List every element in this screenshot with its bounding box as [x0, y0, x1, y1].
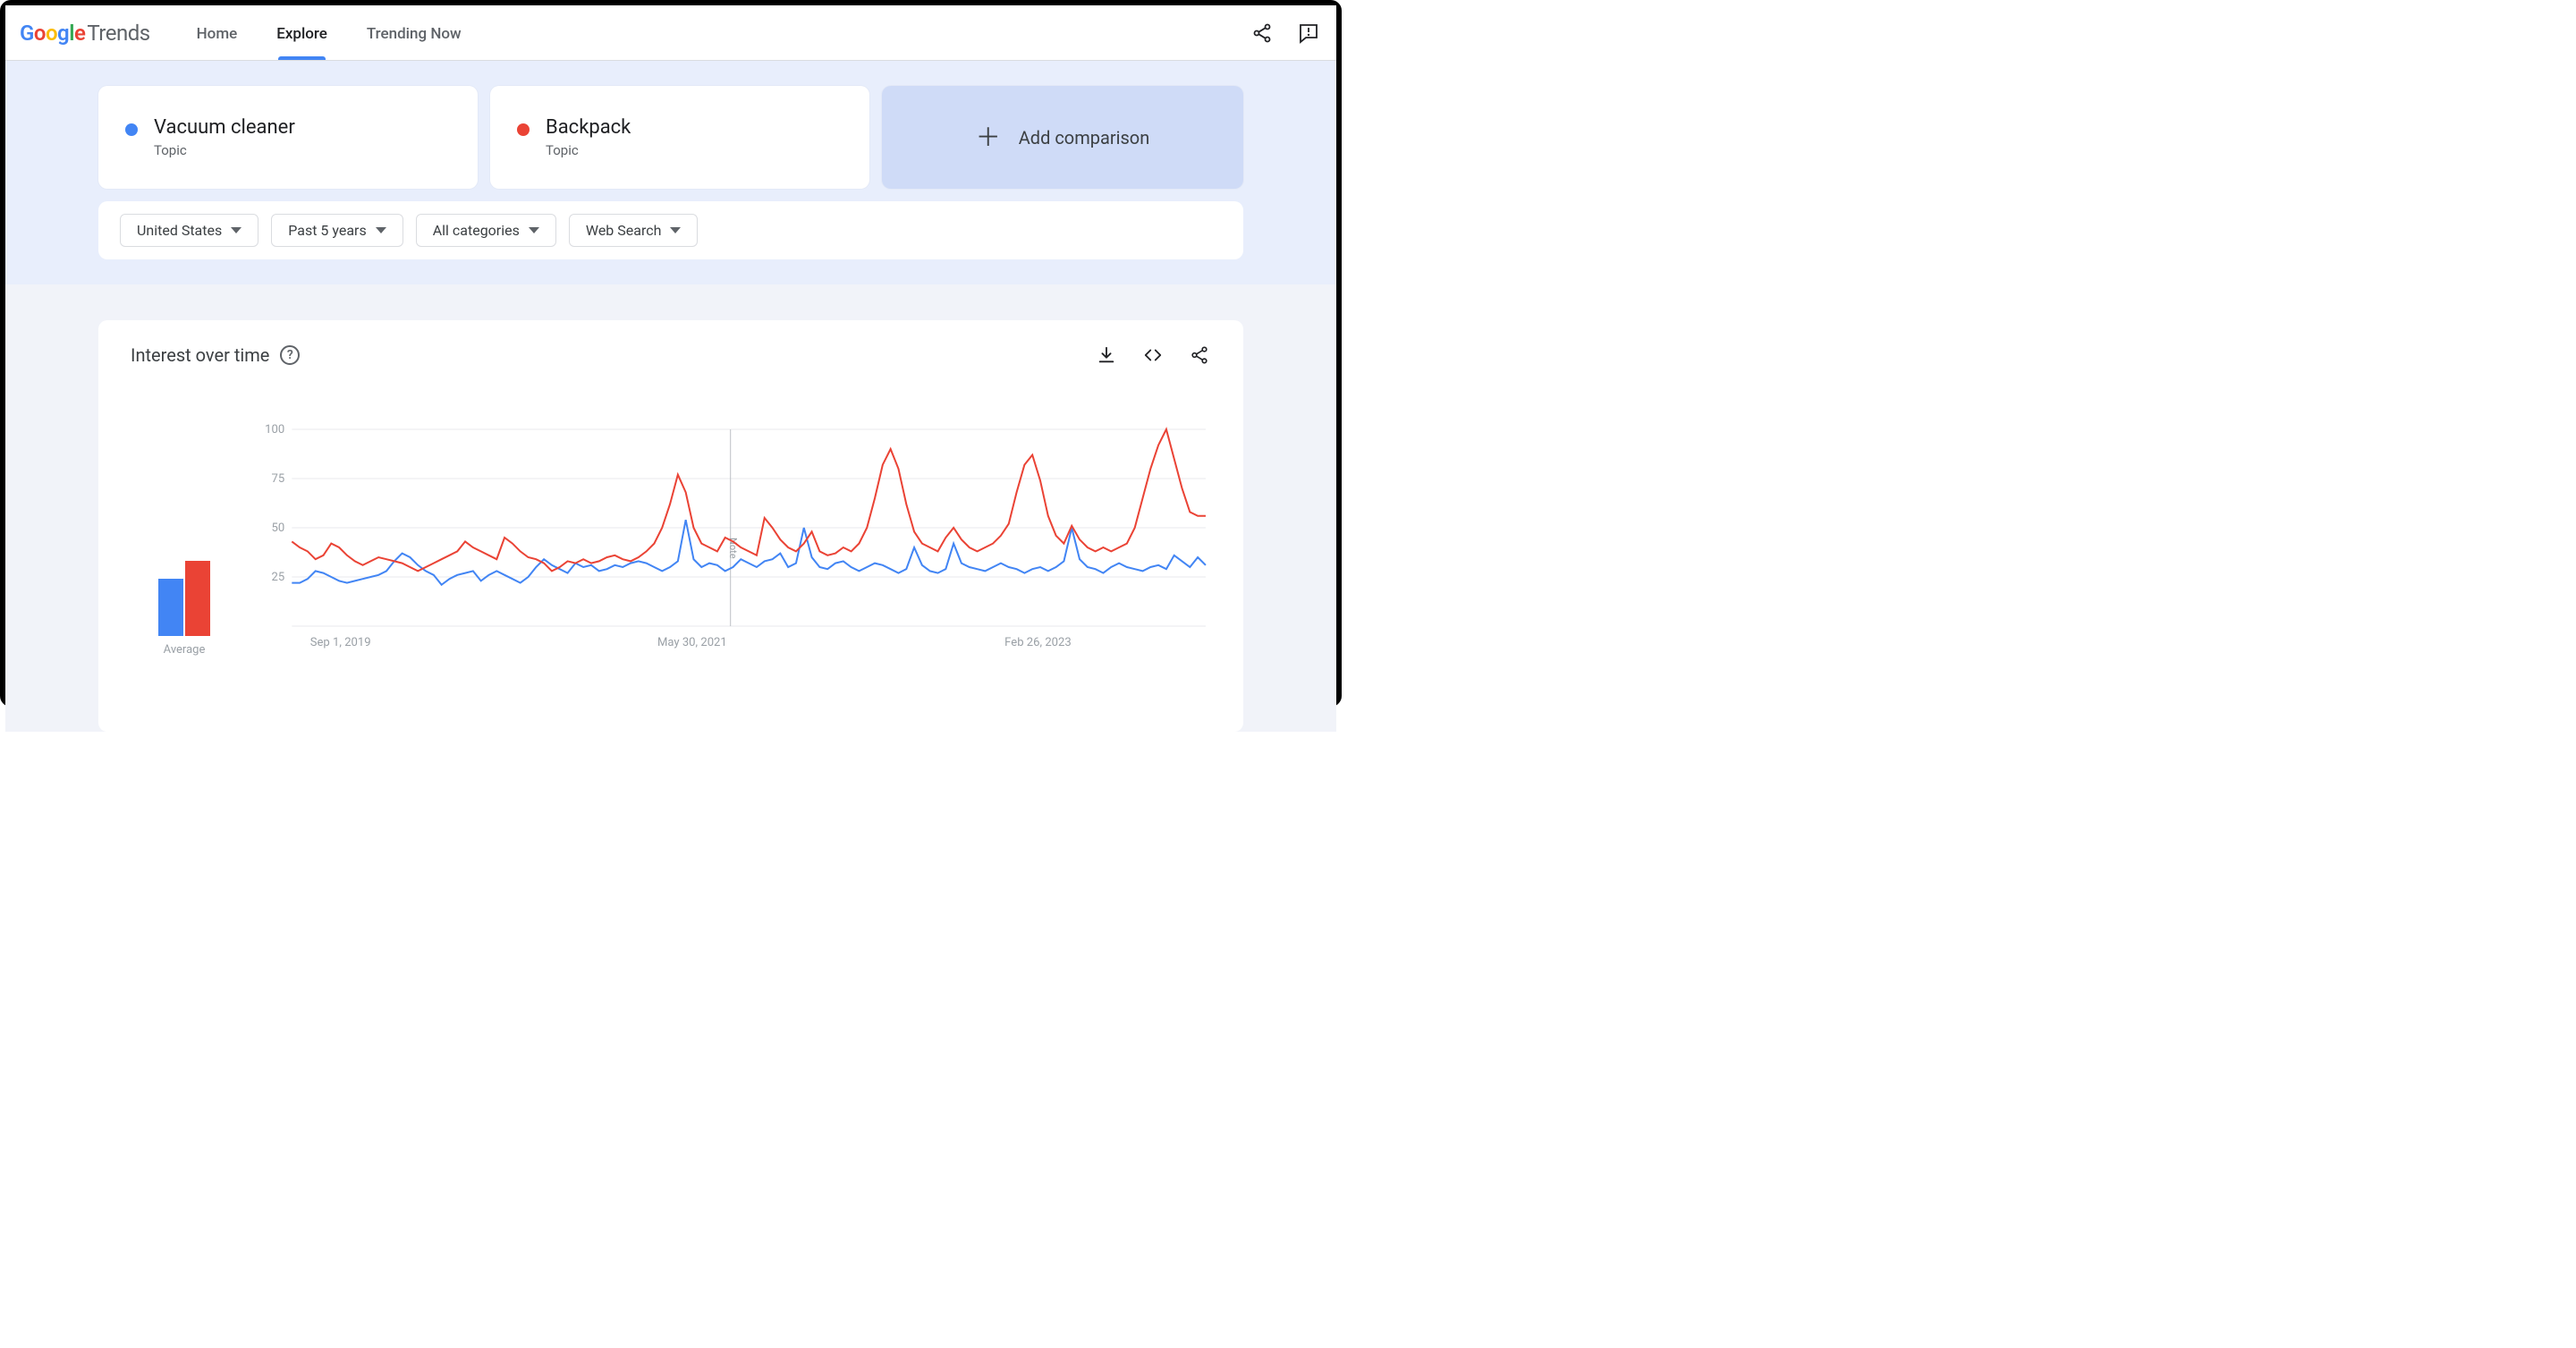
svg-text:25: 25 — [272, 571, 285, 584]
filter-category[interactable]: All categories — [416, 214, 556, 247]
filter-geo[interactable]: United States — [120, 214, 258, 247]
compare-term-1[interactable]: Vacuum cleaner Topic — [98, 86, 478, 189]
filter-search-type[interactable]: Web Search — [569, 214, 699, 247]
term-title: Backpack — [546, 116, 631, 139]
term-subtitle: Topic — [154, 142, 295, 158]
line-chart[interactable]: 255075100NoteSep 1, 2019May 30, 2021Feb … — [256, 420, 1211, 657]
svg-text:Feb 26, 2023: Feb 26, 2023 — [1004, 636, 1072, 649]
interest-over-time-card: Interest over time ? Average 25507510 — [98, 320, 1243, 732]
svg-text:100: 100 — [265, 423, 284, 437]
svg-text:75: 75 — [272, 472, 285, 486]
primary-nav: Home Explore Trending Now — [193, 9, 465, 57]
avg-bar — [158, 579, 183, 636]
google-trends-logo[interactable]: Google Trends — [20, 21, 150, 46]
compare-term-2[interactable]: Backpack Topic — [490, 86, 869, 189]
add-comparison-button[interactable]: ＋ Add comparison — [882, 86, 1243, 189]
series-color-dot — [517, 123, 530, 136]
svg-text:50: 50 — [272, 521, 285, 535]
filter-bar: United States Past 5 years All categorie… — [98, 201, 1243, 259]
series-color-dot — [125, 123, 138, 136]
chevron-down-icon — [231, 227, 242, 233]
download-icon[interactable] — [1095, 343, 1118, 367]
help-icon[interactable]: ? — [280, 345, 300, 365]
app-header: Google Trends Home Explore Trending Now — [5, 5, 1336, 61]
term-title: Vacuum cleaner — [154, 116, 295, 139]
chevron-down-icon — [670, 227, 681, 233]
nav-home[interactable]: Home — [193, 9, 242, 57]
term-subtitle: Topic — [546, 142, 631, 158]
share-icon[interactable] — [1188, 343, 1211, 367]
chevron-down-icon — [376, 227, 386, 233]
feedback-icon[interactable] — [1297, 21, 1320, 45]
chevron-down-icon — [529, 227, 539, 233]
avg-bar — [185, 561, 210, 636]
share-icon[interactable] — [1250, 21, 1274, 45]
plus-icon: ＋ — [976, 125, 1001, 150]
nav-explore[interactable]: Explore — [273, 9, 331, 57]
nav-trending-now[interactable]: Trending Now — [363, 9, 465, 57]
embed-icon[interactable] — [1141, 343, 1165, 367]
average-bars: Average — [131, 420, 238, 657]
svg-text:Sep 1, 2019: Sep 1, 2019 — [310, 636, 371, 649]
svg-text:May 30, 2021: May 30, 2021 — [657, 636, 727, 649]
query-subheader: Vacuum cleaner Topic Backpack Topic ＋ Ad… — [5, 61, 1336, 284]
filter-time[interactable]: Past 5 years — [271, 214, 402, 247]
chart-title: Interest over time — [131, 344, 269, 366]
